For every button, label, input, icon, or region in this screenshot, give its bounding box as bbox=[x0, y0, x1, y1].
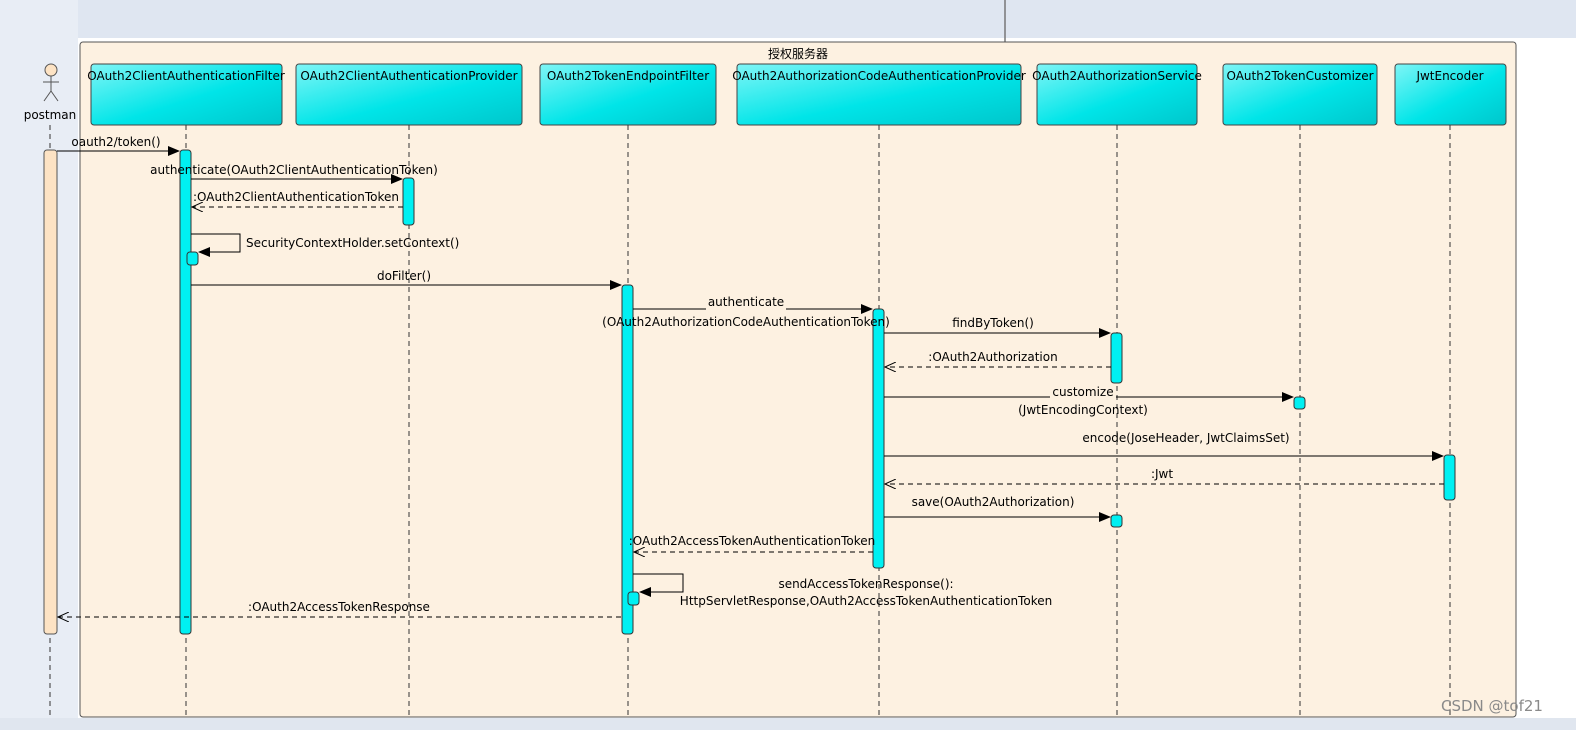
message-label: :OAuth2AccessTokenAuthenticationToken bbox=[629, 534, 876, 548]
message-label-line2: (OAuth2AuthorizationCodeAuthenticationTo… bbox=[602, 315, 890, 329]
message-m2[interactable]: authenticate(OAuth2ClientAuthenticationT… bbox=[150, 163, 438, 184]
sequence-diagram: 授权服务器 postman OAuth2ClientAuthentication… bbox=[0, 0, 1576, 730]
activation-bar bbox=[627, 591, 640, 606]
top-band bbox=[0, 0, 1576, 38]
authorization-server-frame bbox=[79, 41, 1517, 718]
message-label: authenticate(OAuth2ClientAuthenticationT… bbox=[150, 163, 438, 177]
actor-label: postman bbox=[24, 108, 77, 122]
lifeline-label: OAuth2AuthorizationService bbox=[1032, 69, 1202, 83]
actor-activation-bar bbox=[43, 149, 58, 635]
message-label: save(OAuth2Authorization) bbox=[912, 495, 1075, 509]
lifeline-label: OAuth2ClientAuthenticationFilter bbox=[87, 69, 285, 83]
activation-bar bbox=[1110, 332, 1123, 384]
lifeline-token-customizer[interactable]: OAuth2TokenCustomizer bbox=[1222, 63, 1378, 126]
message-label: :OAuth2ClientAuthenticationToken bbox=[193, 190, 399, 204]
message-label: findByToken() bbox=[952, 316, 1034, 330]
lifeline-label: OAuth2TokenEndpointFilter bbox=[547, 69, 709, 83]
actor-head-icon bbox=[44, 63, 58, 77]
activation-bar bbox=[621, 284, 634, 635]
frame-title: 授权服务器 bbox=[768, 46, 828, 61]
message-label-line1: sendAccessTokenResponse(): bbox=[778, 577, 953, 591]
activation-bar bbox=[1443, 454, 1456, 501]
message-label: :OAuth2Authorization bbox=[928, 350, 1057, 364]
lifeline-client-auth-filter[interactable]: OAuth2ClientAuthenticationFilter bbox=[87, 63, 285, 126]
lifeline-token-endpoint-filter[interactable]: OAuth2TokenEndpointFilter bbox=[539, 63, 717, 126]
message-label-line1: authenticate bbox=[708, 295, 784, 309]
lifeline-jwt-encoder[interactable]: JwtEncoder bbox=[1394, 63, 1507, 126]
message-label: :OAuth2AccessTokenResponse bbox=[248, 600, 430, 614]
message-label-line2: (JwtEncodingContext) bbox=[1018, 403, 1148, 417]
lifeline-label: OAuth2AuthorizationCodeAuthenticationPro… bbox=[732, 69, 1026, 83]
activation-bar bbox=[179, 149, 192, 635]
lifeline-authorization-service[interactable]: OAuth2AuthorizationService bbox=[1032, 63, 1202, 126]
watermark: CSDN @tof21 bbox=[1441, 697, 1543, 715]
message-label-line2: HttpServletResponse,OAuth2AccessTokenAut… bbox=[680, 594, 1052, 608]
lifeline-label: OAuth2TokenCustomizer bbox=[1226, 69, 1373, 83]
activation-bar bbox=[1293, 396, 1306, 410]
message-label: :Jwt bbox=[1151, 467, 1173, 481]
lifeline-label: JwtEncoder bbox=[1415, 69, 1483, 83]
lifeline-client-auth-provider[interactable]: OAuth2ClientAuthenticationProvider bbox=[295, 63, 523, 126]
message-label: encode(JoseHeader, JwtClaimsSet) bbox=[1082, 431, 1289, 445]
message-label-line1: customize bbox=[1052, 385, 1113, 399]
message-label: oauth2/token() bbox=[71, 135, 160, 149]
activation-bar bbox=[1110, 514, 1123, 528]
message-label: SecurityContextHolder.setContext() bbox=[246, 236, 459, 250]
activation-bar bbox=[872, 308, 885, 569]
activation-bar bbox=[186, 251, 199, 266]
lifeline-label: OAuth2ClientAuthenticationProvider bbox=[300, 69, 517, 83]
diagram-canvas: 授权服务器 postman OAuth2ClientAuthentication… bbox=[0, 0, 1576, 730]
message-label: doFilter() bbox=[377, 269, 431, 283]
lifeline-authz-code-provider[interactable]: OAuth2AuthorizationCodeAuthenticationPro… bbox=[732, 63, 1026, 126]
bottom-band bbox=[0, 718, 1576, 730]
activation-bar bbox=[402, 177, 415, 226]
